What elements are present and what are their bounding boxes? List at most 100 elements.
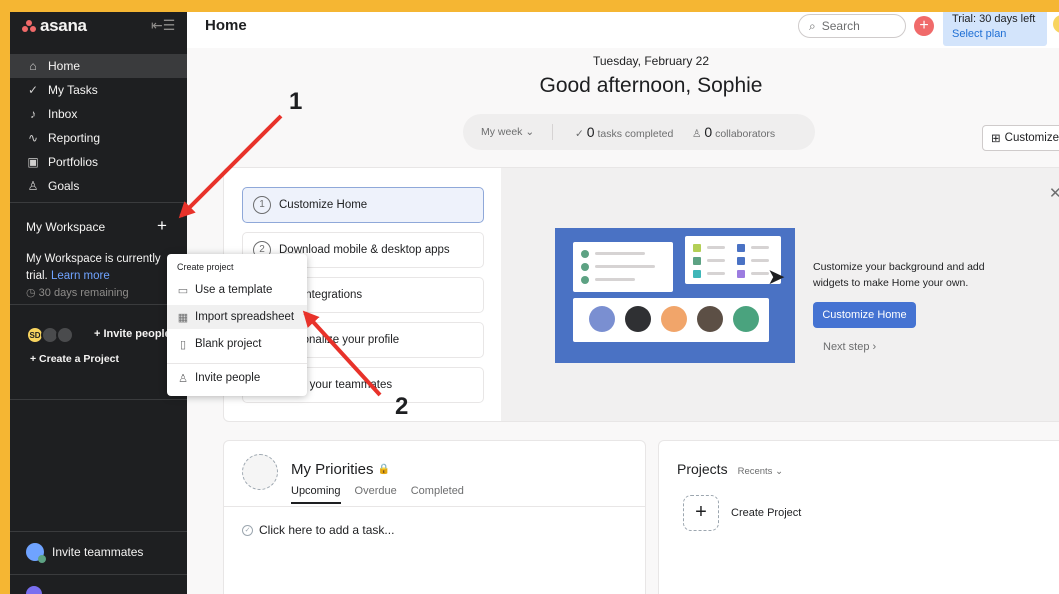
create-project-tile[interactable]: + bbox=[683, 495, 719, 531]
priorities-divider bbox=[224, 506, 646, 507]
menu-item-label: Use a template bbox=[195, 284, 273, 296]
sidebar-item-goals[interactable]: ♙ Goals bbox=[10, 174, 187, 198]
menu-item-import-spreadsheet[interactable]: ▦ Import spreadsheet bbox=[167, 305, 307, 329]
quick-add-button[interactable]: + bbox=[914, 16, 934, 36]
menu-item-invite-people[interactable]: ♙ Invite people bbox=[167, 366, 307, 390]
asana-app: asana ⇤☰ ⌂ Home ✓ My Tasks ♪ Inbox ∿ Rep… bbox=[10, 12, 1059, 594]
priorities-title-text: My Priorities bbox=[291, 461, 374, 478]
annotation-label-1: 1 bbox=[289, 88, 303, 115]
add-task-placeholder: Click here to add a task... bbox=[259, 523, 395, 537]
recents-dropdown[interactable]: Recents ⌄ bbox=[738, 466, 783, 477]
sidebar-item-label: Portfolios bbox=[48, 155, 99, 169]
goals-icon: ♙ bbox=[27, 179, 39, 193]
person-add-icon: ♙ bbox=[178, 372, 188, 385]
mouse-cursor-icon: ➤ bbox=[767, 264, 786, 289]
help-avatar-icon[interactable] bbox=[26, 586, 42, 594]
menu-divider bbox=[167, 363, 307, 364]
home-date: Tuesday, February 22 bbox=[592, 54, 710, 68]
sidebar-divider bbox=[10, 531, 187, 532]
invite-people-link[interactable]: + Invite people bbox=[94, 328, 171, 340]
my-priorities-panel: My Priorities 🔒 Upcoming Overdue Complet… bbox=[223, 440, 646, 594]
menu-item-label: Blank project bbox=[195, 338, 262, 350]
sidebar-item-label: Home bbox=[48, 59, 81, 73]
add-project-plus-icon[interactable]: + bbox=[157, 216, 167, 236]
asana-logo[interactable]: asana bbox=[22, 16, 87, 36]
top-bar: Home ⌕ Search + Trial: 30 days left Sele… bbox=[187, 12, 1059, 48]
home-greeting: Good afternoon, Sophie bbox=[539, 74, 763, 97]
collaborators-count: 0 bbox=[704, 124, 713, 140]
member-avatars[interactable]: SD bbox=[26, 326, 74, 344]
collapse-sidebar-icon[interactable]: ⇤☰ bbox=[151, 17, 175, 34]
home-icon: ⌂ bbox=[29, 59, 37, 73]
sidebar: asana ⇤☰ ⌂ Home ✓ My Tasks ♪ Inbox ∿ Rep… bbox=[10, 12, 187, 594]
step-number: 1 bbox=[253, 196, 271, 214]
trial-banner[interactable]: Trial: 30 days left Select plan bbox=[943, 12, 1047, 46]
trial-word: trial. bbox=[26, 270, 48, 282]
stats-divider bbox=[552, 124, 553, 140]
tab-upcoming[interactable]: Upcoming bbox=[291, 485, 341, 504]
menu-item-use-template[interactable]: ▭ Use a template bbox=[167, 278, 307, 302]
onboarding-illustration-area: ➤ Customize your background and add widg… bbox=[501, 168, 1059, 421]
next-step-button[interactable]: Next step › bbox=[823, 341, 876, 353]
collaborators-stat: ♙ 0 collaborators bbox=[692, 124, 775, 140]
days-remaining-text: 30 days remaining bbox=[38, 287, 129, 299]
sidebar-item-label: Reporting bbox=[48, 131, 101, 145]
onboarding-step-customize-home[interactable]: 1 Customize Home bbox=[242, 187, 484, 223]
sidebar-divider bbox=[10, 399, 187, 400]
priorities-tabs: Upcoming Overdue Completed bbox=[291, 485, 464, 504]
search-placeholder: Search bbox=[821, 19, 860, 33]
illustration-people-card bbox=[573, 298, 769, 342]
menu-item-blank-project[interactable]: ▯ Blank project bbox=[167, 332, 307, 356]
days-remaining: ◷ 30 days remaining bbox=[26, 286, 129, 299]
annotation-label-2: 2 bbox=[395, 393, 409, 420]
tasks-completed-count: 0 bbox=[586, 124, 595, 140]
customize-button[interactable]: ⊞ Customize bbox=[982, 125, 1059, 151]
select-plan-link[interactable]: Select plan bbox=[952, 27, 1038, 42]
create-project-menu: Create project ▭ Use a template ▦ Import… bbox=[167, 254, 307, 396]
add-task-input[interactable]: ✓ Click here to add a task... bbox=[242, 523, 394, 537]
user-avatar[interactable] bbox=[1053, 15, 1059, 33]
sidebar-divider bbox=[10, 304, 187, 305]
sidebar-item-label: Inbox bbox=[48, 107, 78, 121]
collaborators-label: collaborators bbox=[715, 128, 776, 140]
customize-label: Customize bbox=[1004, 132, 1059, 144]
tab-completed[interactable]: Completed bbox=[411, 485, 464, 504]
workspace-title[interactable]: My Workspace bbox=[26, 220, 105, 234]
create-a-project-link[interactable]: + Create a Project bbox=[30, 353, 119, 365]
menu-item-label: Invite people bbox=[195, 372, 261, 384]
check-icon: ✓ bbox=[575, 128, 584, 140]
spreadsheet-icon: ▦ bbox=[177, 311, 189, 324]
widgets-icon: ⊞ bbox=[991, 133, 1001, 145]
customize-home-button[interactable]: Customize Home bbox=[813, 302, 916, 328]
invite-teammates-button[interactable]: Invite teammates bbox=[26, 543, 144, 563]
sidebar-item-reporting[interactable]: ∿ Reporting bbox=[10, 126, 187, 150]
tab-overdue[interactable]: Overdue bbox=[355, 485, 397, 504]
tasks-completed-stat: ✓ 0 tasks completed bbox=[575, 124, 673, 140]
workspace-trial-line: My Workspace is currently bbox=[26, 253, 161, 265]
blank-file-icon: ▯ bbox=[179, 338, 187, 351]
sidebar-item-label: Goals bbox=[48, 179, 80, 193]
customize-home-illustration: ➤ bbox=[555, 228, 795, 363]
sidebar-item-inbox[interactable]: ♪ Inbox bbox=[10, 102, 187, 126]
sidebar-item-label: My Tasks bbox=[48, 83, 98, 97]
reporting-icon: ∿ bbox=[27, 131, 39, 145]
create-project-label[interactable]: Create Project bbox=[731, 507, 801, 519]
invite-globe-icon bbox=[26, 543, 46, 563]
bell-icon: ♪ bbox=[30, 107, 36, 121]
projects-panel: Projects Recents ⌄ + Create Project bbox=[658, 440, 1059, 594]
period-dropdown[interactable]: My week ⌄ bbox=[481, 126, 534, 138]
workspace-trial-text: My Workspace is currently trial. Learn m… bbox=[26, 251, 186, 285]
sidebar-item-portfolios[interactable]: ▣ Portfolios bbox=[10, 150, 187, 174]
projects-title: Projects bbox=[677, 461, 728, 477]
sidebar-item-my-tasks[interactable]: ✓ My Tasks bbox=[10, 78, 187, 102]
sidebar-divider bbox=[10, 202, 187, 203]
search-input[interactable]: ⌕ Search bbox=[798, 14, 906, 38]
learn-more-link[interactable]: Learn more bbox=[51, 270, 110, 282]
priorities-avatar bbox=[242, 454, 278, 490]
sidebar-item-home[interactable]: ⌂ Home bbox=[10, 54, 187, 78]
close-icon[interactable]: ✕ bbox=[1049, 184, 1059, 202]
invite-teammates-label: Invite teammates bbox=[52, 545, 144, 559]
menu-header: Create project bbox=[177, 262, 234, 272]
illustration-task-card bbox=[573, 242, 673, 292]
onboarding-card: 1 Customize Home 2 Download mobile & des… bbox=[223, 167, 1059, 422]
